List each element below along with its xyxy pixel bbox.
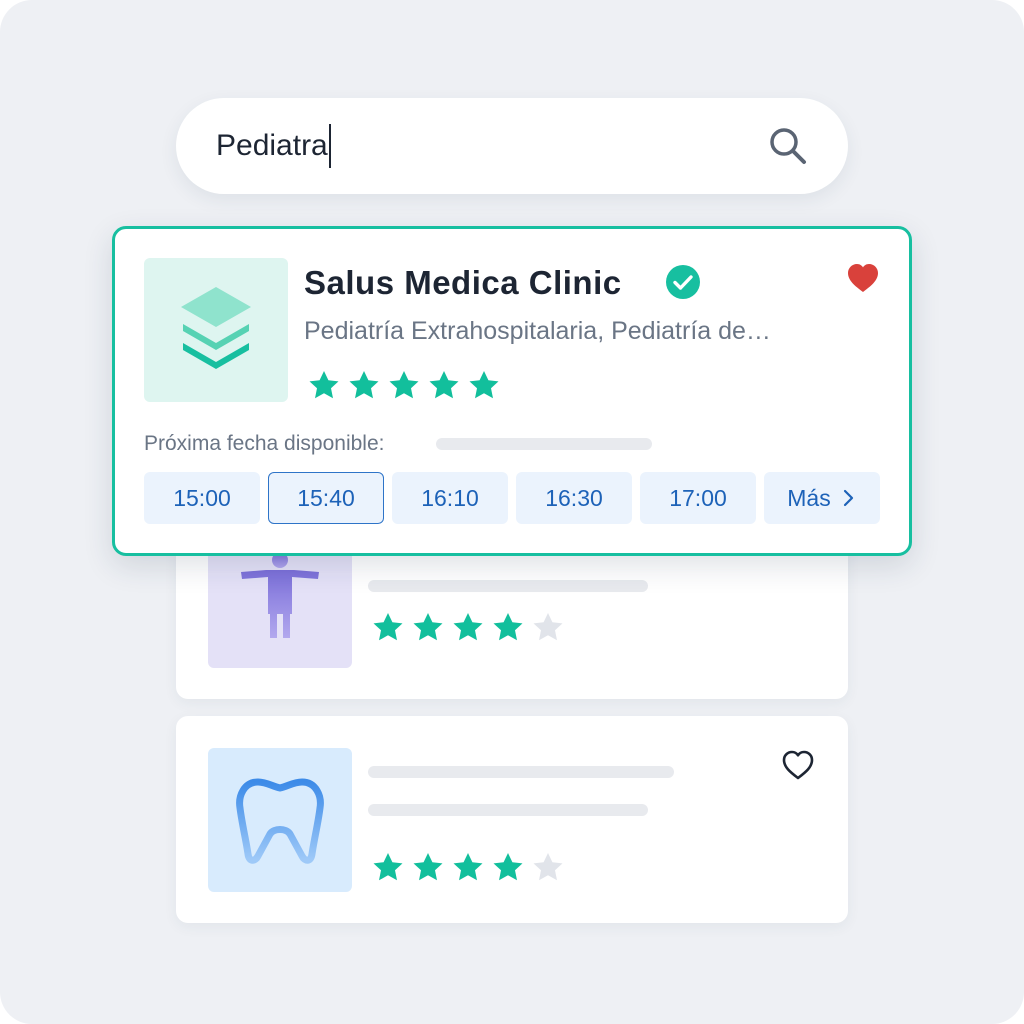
- star-filled-icon: [453, 853, 483, 881]
- star-empty-icon: [533, 613, 563, 641]
- star-filled-icon: [493, 613, 523, 641]
- favorite-heart-filled-icon[interactable]: [845, 261, 881, 295]
- placeholder-line: [368, 580, 648, 592]
- star-filled-icon: [413, 853, 443, 881]
- clinic-logo: [144, 258, 288, 402]
- favorite-heart-outline-icon[interactable]: [780, 748, 816, 782]
- star-rating: [368, 848, 568, 888]
- clinic-name[interactable]: Salus Medica Clinic: [304, 261, 622, 305]
- star-filled-icon: [373, 853, 403, 881]
- more-slots-label: Más: [787, 484, 831, 511]
- stacked-layers-icon: [181, 287, 251, 369]
- star-filled-icon: [453, 613, 483, 641]
- star-rating: [368, 608, 568, 648]
- text-caret: [328, 124, 331, 168]
- search-bar[interactable]: Pediatra: [176, 98, 848, 194]
- star-filled-icon: [309, 371, 339, 399]
- time-slot-button[interactable]: 16:30: [516, 472, 632, 524]
- chevron-right-icon: [843, 489, 853, 507]
- verified-check-icon: [666, 265, 700, 299]
- placeholder-line: [368, 766, 674, 778]
- placeholder-line: [368, 804, 648, 816]
- star-rating: [304, 366, 504, 406]
- star-filled-icon: [413, 613, 443, 641]
- star-filled-icon: [389, 371, 419, 399]
- result-card[interactable]: [176, 716, 848, 923]
- search-icon[interactable]: [766, 124, 810, 168]
- search-query: Pediatra: [216, 129, 328, 162]
- more-slots-button[interactable]: Más: [764, 472, 880, 524]
- star-empty-icon: [533, 853, 563, 881]
- result-thumbnail: [208, 748, 352, 892]
- app-canvas: Pediatra Salus Medica Clinic Pediatría E…: [0, 0, 1024, 1024]
- time-slot-button[interactable]: 16:10: [392, 472, 508, 524]
- star-filled-icon: [373, 613, 403, 641]
- star-filled-icon: [349, 371, 379, 399]
- search-input[interactable]: Pediatra: [216, 124, 331, 168]
- time-slot-button[interactable]: 15:00: [144, 472, 260, 524]
- next-available-label: Próxima fecha disponible:: [144, 432, 385, 455]
- featured-clinic-card[interactable]: Salus Medica Clinic Pediatría Extrahospi…: [112, 226, 912, 556]
- clinic-specialty: Pediatría Extrahospitalaria, Pediatría d…: [304, 317, 771, 345]
- time-slot-button[interactable]: 17:00: [640, 472, 756, 524]
- star-filled-icon: [469, 371, 499, 399]
- placeholder-line: [436, 438, 652, 450]
- time-slot-button-selected[interactable]: 15:40: [268, 472, 384, 524]
- star-filled-icon: [429, 371, 459, 399]
- star-filled-icon: [493, 853, 523, 881]
- time-slots: 15:00 15:40 16:10 16:30 17:00 Más: [144, 472, 880, 524]
- tooth-icon: [236, 778, 324, 864]
